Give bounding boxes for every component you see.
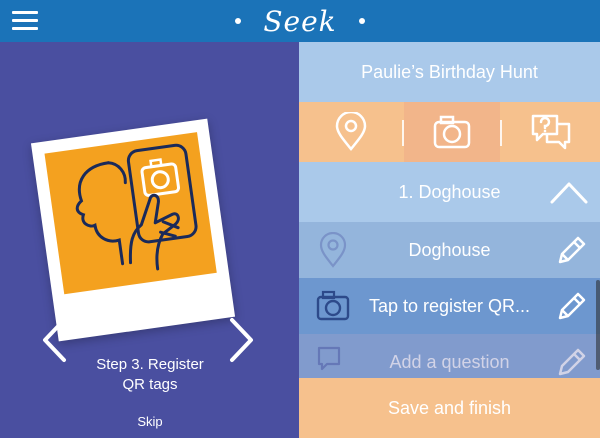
- edit-pencil-icon[interactable]: [554, 346, 588, 380]
- brand-dot-right: [358, 18, 365, 24]
- toolbar-camera-button[interactable]: [404, 102, 500, 162]
- hunt-toolbar: [299, 102, 600, 162]
- onboarding-panel: Step 3. Register QR tags Skip: [0, 42, 299, 438]
- person-scanning-qr-icon: [75, 143, 198, 271]
- location-pin-icon: [319, 232, 347, 268]
- step-title: 1. Doghouse: [398, 181, 501, 202]
- edit-pencil-icon[interactable]: [554, 290, 588, 324]
- save-and-finish-button[interactable]: Save and finish: [299, 378, 600, 438]
- edit-pencil-icon[interactable]: [554, 234, 588, 268]
- register-qr-label: Tap to register QR...: [368, 295, 531, 316]
- question-chat-icon: [317, 346, 341, 371]
- step-text-line-1: Step 3. Register: [96, 356, 204, 373]
- hunt-editor-panel: Paulie’s Birthday Hunt 1. Doghouse Dogho…: [299, 42, 600, 438]
- step-text-line-2: QR tags: [122, 376, 178, 393]
- question-chat-icon: [531, 114, 571, 150]
- tutorial-polaroid: [30, 118, 236, 342]
- register-qr-row[interactable]: Tap to register QR...: [299, 278, 600, 334]
- onboarding-step-text: Step 3. Register QR tags: [60, 355, 240, 395]
- brand-dot-left: [235, 18, 242, 24]
- tutorial-illustration: [44, 132, 217, 295]
- camera-icon: [316, 290, 350, 321]
- skip-button[interactable]: Skip: [110, 414, 190, 429]
- step-header-row[interactable]: 1. Doghouse: [299, 162, 600, 222]
- toolbar-question-button[interactable]: [502, 102, 600, 162]
- hunt-title: Paulie’s Birthday Hunt: [299, 42, 600, 102]
- camera-icon: [433, 115, 471, 149]
- location-pin-icon: [335, 112, 366, 151]
- app-logo: Seek: [263, 4, 337, 38]
- scrollbar[interactable]: [596, 280, 600, 370]
- brand: Seek: [0, 0, 600, 42]
- app-header: Seek: [0, 0, 600, 42]
- location-row[interactable]: Doghouse: [299, 222, 600, 278]
- toolbar-location-button[interactable]: [299, 102, 402, 162]
- location-label: Doghouse: [408, 239, 491, 260]
- collapse-chevron-up-icon[interactable]: [548, 176, 590, 208]
